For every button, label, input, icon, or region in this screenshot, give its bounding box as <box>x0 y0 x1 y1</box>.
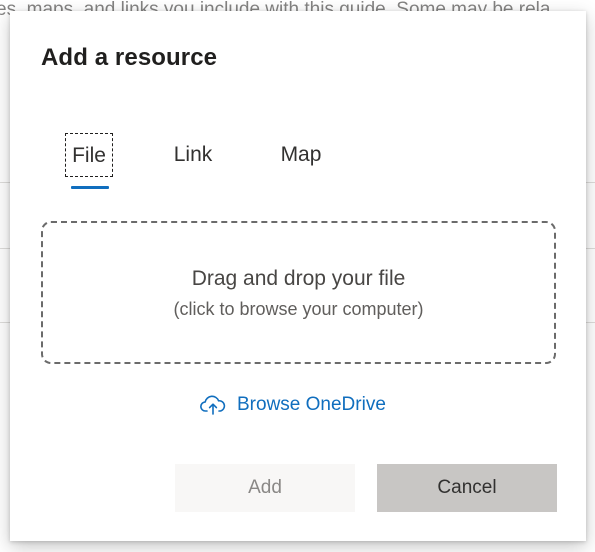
file-dropzone[interactable]: Drag and drop your file (click to browse… <box>41 221 556 364</box>
cancel-button[interactable]: Cancel <box>377 464 557 512</box>
dropzone-main-text: Drag and drop your file <box>191 267 406 290</box>
tab-link[interactable]: Link <box>171 133 215 177</box>
add-resource-dialog: Add a resource File Link Map Drag and dr… <box>10 11 586 541</box>
dialog-title: Add a resource <box>41 44 218 71</box>
browse-onedrive-label: Browse OneDrive <box>237 394 386 415</box>
tab-file[interactable]: File <box>65 133 113 177</box>
tab-map[interactable]: Map <box>276 133 326 177</box>
dropzone-sub-text: (click to browse your computer) <box>173 299 424 319</box>
browse-onedrive-link[interactable]: Browse OneDrive <box>200 391 386 419</box>
tab-selected-indicator <box>71 186 109 189</box>
cloud-upload-icon <box>200 395 226 415</box>
add-button[interactable]: Add <box>175 464 355 512</box>
